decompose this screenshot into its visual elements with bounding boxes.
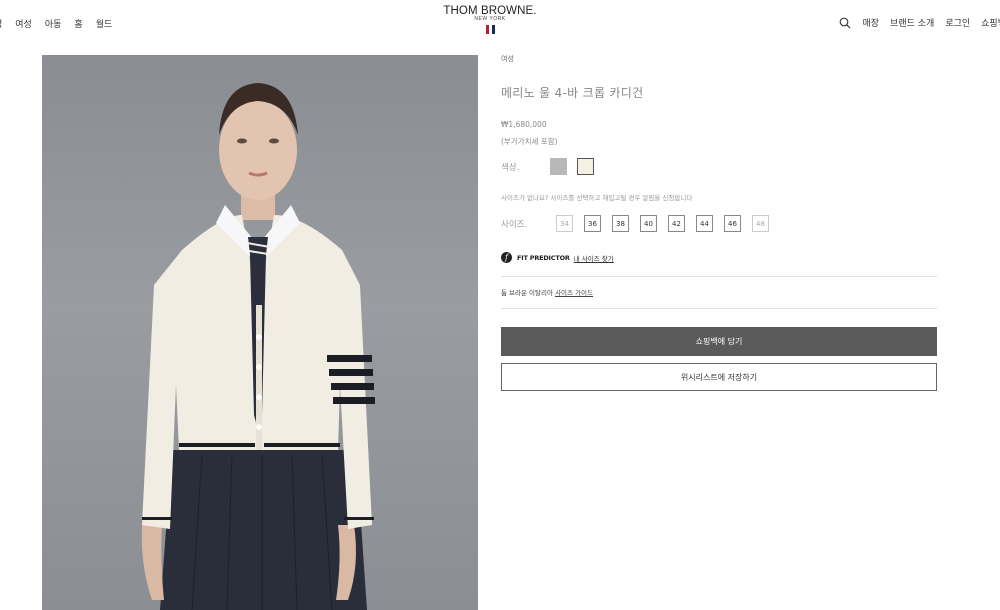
size-option-36[interactable]: 36	[584, 215, 601, 232]
size-guide-link[interactable]: 사이즈 가이드	[555, 289, 593, 297]
size-option-40[interactable]: 40	[640, 215, 657, 232]
find-my-size-link[interactable]: 내 사이즈 찾기	[574, 253, 614, 263]
divider	[501, 308, 937, 309]
utility-nav: 매장 브랜드 소개 로그인 쇼핑백	[839, 16, 1000, 29]
size-option-48[interactable]: 48	[752, 215, 769, 232]
size-option-42[interactable]: 42	[668, 215, 685, 232]
brand-logo[interactable]: THOM BROWNE. NEW YORK	[440, 5, 540, 34]
breadcrumb[interactable]: 여성	[501, 54, 514, 64]
size-option-38[interactable]: 38	[612, 215, 629, 232]
tricolor-flag-icon	[440, 25, 540, 34]
color-selector: 색상.	[501, 158, 604, 175]
main-nav: 성 여성 아동 홈 월드	[0, 17, 112, 30]
size-option-34[interactable]: 34	[556, 215, 573, 232]
fit-predictor-logo-icon: f	[501, 252, 512, 263]
color-swatch-grey[interactable]	[550, 158, 567, 175]
flag-blue-stripe	[491, 25, 495, 34]
nav-item-men[interactable]: 성	[0, 17, 2, 30]
nav-stores-link[interactable]: 매장	[862, 16, 879, 29]
fit-predictor-name: FIT PREDICTOR	[517, 253, 570, 262]
save-to-wishlist-button[interactable]: 위시리스트에 저장하기	[501, 363, 937, 391]
size-selector: 사이즈. 34 36 38 40 42 44 46 48	[501, 215, 780, 232]
flag-white-stripe	[489, 25, 491, 34]
divider	[501, 276, 937, 277]
search-icon[interactable]	[839, 17, 851, 29]
nav-item-world[interactable]: 월드	[96, 17, 113, 30]
size-label: 사이즈.	[501, 219, 528, 230]
add-to-bag-button[interactable]: 쇼핑백에 담기	[501, 327, 937, 356]
product-title: 메리노 울 4-바 크롭 카디건	[501, 86, 644, 100]
nav-item-kids[interactable]: 아동	[45, 17, 62, 30]
nav-login-link[interactable]: 로그인	[945, 16, 970, 29]
size-guide-text: 톰 브라운 이탈리아	[501, 289, 553, 297]
site-header: 성 여성 아동 홈 월드 THOM BROWNE. NEW YORK 매장 브랜…	[0, 0, 1000, 40]
color-swatch-white[interactable]	[577, 158, 594, 175]
size-guide-row: 톰 브라운 이탈리아 사이즈 가이드	[501, 287, 593, 297]
vat-note: (부가가치세 포함)	[501, 137, 558, 146]
product-price: ₩1,680,000	[501, 120, 547, 129]
nav-item-women[interactable]: 여성	[15, 17, 32, 30]
nav-shopping-bag-link[interactable]: 쇼핑백	[981, 16, 1000, 29]
fit-predictor: f FIT PREDICTOR 내 사이즈 찾기	[501, 252, 614, 263]
size-option-46[interactable]: 46	[724, 215, 741, 232]
nav-item-home[interactable]: 홈	[74, 17, 82, 30]
model-illustration	[141, 83, 375, 610]
size-option-44[interactable]: 44	[696, 215, 713, 232]
nav-brand-about-link[interactable]: 브랜드 소개	[890, 16, 934, 29]
product-image[interactable]	[42, 55, 478, 610]
color-label: 색상.	[501, 162, 520, 173]
flag-red-stripe	[485, 25, 489, 34]
size-notice: 사이즈가 없나요? 사이즈를 선택하고 재입고될 경우 알림을 신청합니다	[501, 194, 693, 202]
